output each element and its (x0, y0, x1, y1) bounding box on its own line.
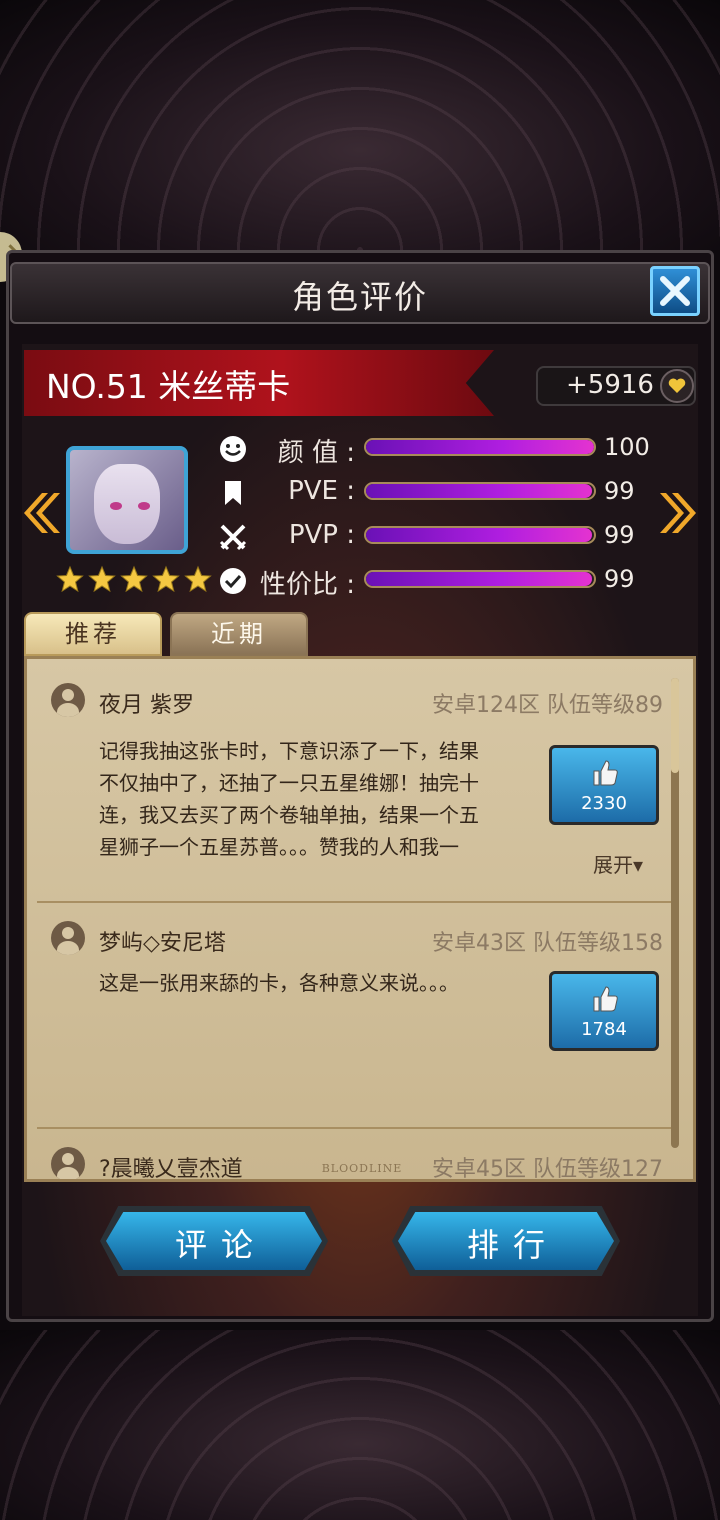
stat-label: 颜 值 : (277, 438, 355, 468)
thumbs-up-icon (593, 986, 618, 1012)
stat-label: PVE : (288, 476, 355, 506)
like-count: 2330 (581, 793, 627, 814)
comment-user-name[interactable]: 夜月 紫罗 (99, 687, 194, 719)
comment-text: 记得我抽这张卡时，下意识添了一下，结果 不仅抽中了，还抽了一只五星维娜！抽完十 … (99, 739, 479, 859)
stat-label: PVP : (288, 520, 355, 550)
comment-button[interactable]: 评论 (100, 1206, 328, 1276)
star-icon (120, 565, 148, 593)
scroll-thumb[interactable] (671, 678, 679, 773)
smile-icon (220, 436, 246, 462)
expand-link[interactable]: 展开▾ (593, 849, 643, 878)
stat-value: 99 (604, 565, 635, 593)
character-name: NO.51 米丝蒂卡 (46, 367, 291, 406)
user-avatar-icon (51, 683, 85, 717)
like-button[interactable]: 2330 (549, 745, 659, 825)
crossed-swords-icon (219, 524, 247, 551)
stat-value: 99 (604, 521, 635, 549)
stat-bar (364, 570, 596, 588)
stat-bar-fill (366, 484, 592, 498)
list-item: 梦屿◇安尼塔 安卓43区 队伍等级158 这是一张用来舔的卡，各种意义来说。。。… (37, 903, 677, 1129)
gold-value: +5916 (566, 370, 654, 400)
bookmark-icon (225, 481, 241, 505)
like-button[interactable]: 1784 (549, 971, 659, 1051)
close-button[interactable] (650, 266, 700, 316)
star-icon (152, 565, 180, 593)
stat-bar (364, 482, 596, 500)
stat-bar-fill (366, 572, 592, 586)
tab-recommended[interactable]: 推荐 (24, 612, 162, 656)
rank-button[interactable]: 排行 (392, 1206, 620, 1276)
dialog-title: 角色评价 (291, 278, 428, 316)
comment-list[interactable]: 夜月 紫罗 安卓124区 队伍等级89 记得我抽这张卡时，下意识添了一下，结果 … (24, 656, 696, 1182)
comment-user-name[interactable]: 梦屿◇安尼塔 (99, 925, 226, 957)
game-logo: BLOODLINE (321, 1162, 403, 1175)
stat-value: 100 (604, 433, 650, 461)
previous-character-icon[interactable] (20, 488, 60, 538)
comment-text: 这是一张用来舔的卡，各种意义来说。。。 (99, 971, 459, 995)
star-icon (88, 565, 116, 593)
comment-user-meta: 安卓124区 队伍等级89 (432, 693, 663, 718)
rank-button-label: 排行 (466, 1226, 559, 1264)
background-bottom (0, 1330, 720, 1520)
stat-bar (364, 526, 596, 544)
stat-bar-fill (366, 528, 592, 542)
heart-icon[interactable] (660, 369, 694, 403)
heart-shape-icon (668, 378, 686, 393)
comment-button-label: 评论 (174, 1226, 267, 1264)
user-avatar-icon (51, 921, 85, 955)
like-count: 1784 (581, 1019, 627, 1040)
comment-scrollbar[interactable] (671, 678, 679, 1148)
stat-bar-fill (366, 440, 594, 454)
list-item: 夜月 紫罗 安卓124区 队伍等级89 记得我抽这张卡时，下意识添了一下，结果 … (37, 665, 677, 903)
close-icon (660, 276, 690, 306)
thumbs-up-icon (593, 760, 618, 786)
character-portrait[interactable] (66, 446, 188, 554)
user-avatar-icon (51, 1147, 85, 1179)
background-top (0, 0, 720, 250)
next-character-icon[interactable] (660, 488, 700, 538)
comment-user-meta: 安卓43区 队伍等级158 (432, 931, 663, 956)
rarity-stars (56, 565, 212, 593)
tab-recent[interactable]: 近期 (170, 612, 308, 656)
comment-user-name[interactable]: ?晨曦乂壹杰道 (99, 1151, 243, 1179)
stat-value: 99 (604, 477, 635, 505)
check-circle-icon (220, 568, 246, 594)
stat-label: 性价比 : (259, 570, 355, 600)
star-icon (184, 565, 212, 593)
stat-bar (364, 438, 596, 456)
star-icon (56, 565, 84, 593)
comment-user-meta: 安卓45区 队伍等级127 (432, 1157, 663, 1182)
